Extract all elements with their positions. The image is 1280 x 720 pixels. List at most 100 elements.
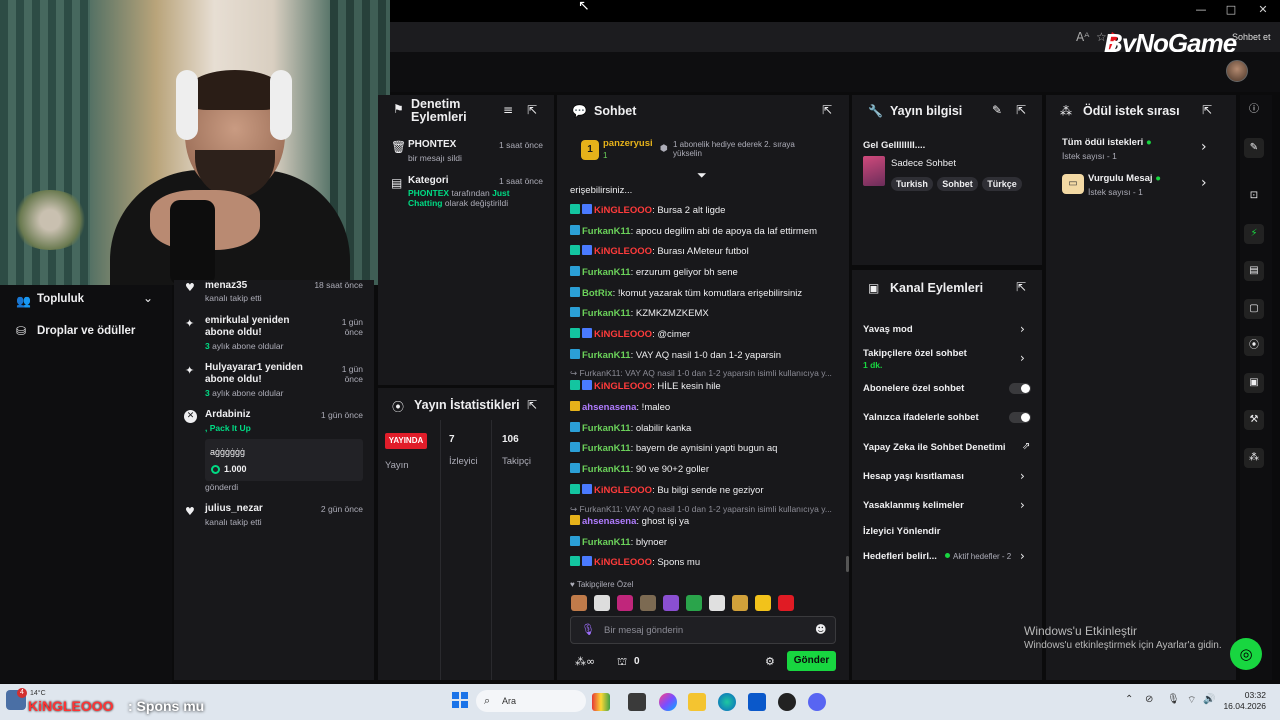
chat-bubble-icon[interactable]: ▢: [1244, 299, 1264, 319]
mod-actor[interactable]: PHONTEX: [408, 139, 456, 151]
activity-user[interactable]: emirkulal yeniden abone oldu!: [205, 315, 320, 339]
chat-message[interactable]: FurkanK11: KZMKZMZKEMX: [570, 307, 832, 320]
emote-only-toggle[interactable]: [1009, 412, 1031, 423]
widgets-icon[interactable]: [592, 693, 610, 711]
chat-username[interactable]: KiNGLEOOO: [594, 246, 652, 257]
activity-user[interactable]: julius_nezar: [205, 503, 263, 515]
chat-message[interactable]: FurkanK11: olabilir kanka: [570, 422, 832, 435]
slow-mode-row[interactable]: Yavaş mod: [863, 324, 913, 335]
wrench-icon[interactable]: ⚒: [1244, 410, 1264, 430]
chat-scrollbar[interactable]: [846, 556, 849, 572]
chat-username[interactable]: FurkanK11: [582, 350, 631, 361]
emote-3[interactable]: [617, 595, 633, 611]
volume-icon[interactable]: 🔊: [1203, 694, 1215, 705]
emote-1[interactable]: [571, 595, 587, 611]
mic-icon[interactable]: 🎙: [581, 623, 595, 636]
chat-username[interactable]: KiNGLEOOO: [594, 485, 652, 496]
sidebar-item-community-label[interactable]: Topluluk: [37, 293, 84, 305]
chat-username[interactable]: FurkanK11: [582, 308, 631, 319]
goals-row[interactable]: Hedefleri belirl...: [863, 551, 937, 562]
chat-message[interactable]: ahsenasena: !maleo: [570, 401, 832, 414]
emoji-icon[interactable]: ☻: [815, 623, 826, 636]
emote-6[interactable]: [686, 595, 702, 611]
popout-icon[interactable]: ⇱: [1016, 103, 1026, 117]
ai-moderation-row[interactable]: Yapay Zeka ile Sohbet Denetimi: [863, 442, 1006, 453]
support-chat-button[interactable]: ◎: [1230, 638, 1262, 670]
chat-message[interactable]: FurkanK11: 90 ve 90+2 goller: [570, 463, 832, 476]
chat-message[interactable]: FurkanK11: bayern de aynisini yapti bugu…: [570, 442, 832, 455]
chat-username[interactable]: KiNGLEOOO: [594, 329, 652, 340]
sub-only-toggle[interactable]: [1009, 383, 1031, 394]
reward-title[interactable]: Vurgulu Mesaj ●: [1088, 173, 1161, 185]
emote-10[interactable]: [778, 595, 794, 611]
edit-pencil-icon[interactable]: ✎: [1244, 138, 1264, 158]
tray-app-icon[interactable]: ⊘: [1145, 694, 1153, 705]
edit-pencil-icon[interactable]: ✎: [992, 103, 1002, 117]
chat-username[interactable]: BotRix: [582, 288, 613, 299]
chat-username[interactable]: FurkanK11: [582, 537, 631, 548]
popout-icon[interactable]: ⇱: [1016, 280, 1026, 294]
category-thumbnail[interactable]: [863, 156, 885, 186]
chat-message[interactable]: FurkanK11: blynoer: [570, 536, 832, 549]
minimize-button[interactable]: —: [1186, 3, 1216, 19]
chat-message[interactable]: FurkanK11: erzurum geliyor bh sene: [570, 266, 832, 279]
scan-icon[interactable]: ⊡: [1244, 186, 1264, 206]
clock[interactable]: 03:32 16.04.2026: [1222, 690, 1266, 712]
reward-title[interactable]: Tüm ödül istekleri ●: [1062, 137, 1152, 149]
popout-icon[interactable]: ⇱: [527, 398, 537, 412]
chat-username[interactable]: KiNGLEOOO: [594, 557, 652, 568]
maximize-button[interactable]: □: [1216, 3, 1246, 19]
file-explorer-icon[interactable]: [688, 693, 706, 711]
lightning-icon[interactable]: ⚡: [1244, 224, 1264, 244]
chat-username[interactable]: ahsenasena: [582, 516, 636, 527]
chat-message[interactable]: FurkanK11: apocu degilim abi de apoya da…: [570, 225, 832, 238]
chat-username[interactable]: KiNGLEOOO: [594, 381, 652, 392]
emote-5[interactable]: [663, 595, 679, 611]
read-aloud-icon[interactable]: Aᴬ: [1076, 30, 1089, 44]
pinned-user[interactable]: panzeryusi: [603, 138, 653, 149]
emote-9[interactable]: [755, 595, 771, 611]
copilot-icon[interactable]: [659, 693, 677, 711]
banned-words-row[interactable]: Yasaklanmış kelimeler: [863, 500, 964, 511]
search-box[interactable]: ⌕ Ara: [476, 690, 586, 712]
discord-icon[interactable]: [808, 693, 826, 711]
infinity-icon[interactable]: ⁂∞: [575, 655, 595, 668]
actions-icon[interactable]: ▣: [1244, 373, 1264, 393]
obs-icon[interactable]: [778, 693, 796, 711]
chat-username[interactable]: FurkanK11: [582, 267, 631, 278]
activity-user[interactable]: Hulyayarar1 yeniden abone oldu!: [205, 362, 330, 386]
chevron-right-icon[interactable]: ›: [1020, 549, 1025, 563]
chevron-right-icon[interactable]: ›: [1020, 498, 1025, 512]
chat-message[interactable]: KiNGLEOOO: HİLE kesin hile: [570, 380, 832, 393]
user-avatar[interactable]: [1226, 60, 1248, 82]
document-icon[interactable]: ▤: [1244, 261, 1264, 281]
chat-message[interactable]: erişebilirsiniz...: [570, 184, 832, 197]
store-app-icon[interactable]: [748, 693, 766, 711]
activity-user[interactable]: menaz35: [205, 280, 247, 292]
chat-username[interactable]: ahsenasena: [582, 402, 636, 413]
popout-icon[interactable]: ⇱: [822, 103, 832, 117]
tag[interactable]: Türkçe: [982, 177, 1022, 191]
reward-icon[interactable]: ⁂: [1244, 448, 1264, 468]
emote-8[interactable]: [732, 595, 748, 611]
network-icon[interactable]: ⌔: [1187, 694, 1196, 707]
info-icon[interactable]: ⓘ: [1244, 100, 1264, 120]
chat-input[interactable]: 🎙 Bir mesaj gönderin ☻: [570, 616, 836, 644]
emote-4[interactable]: [640, 595, 656, 611]
chat-username[interactable]: KiNGLEOOO: [594, 205, 652, 216]
send-button[interactable]: Gönder: [787, 651, 836, 671]
collapse-icon[interactable]: ⏷: [697, 168, 707, 183]
chat-message[interactable]: ahsenasena: ghost işi ya: [570, 515, 832, 528]
tag[interactable]: Sohbet: [937, 177, 978, 191]
filter-icon[interactable]: ≡: [503, 103, 513, 117]
chat-username[interactable]: FurkanK11: [582, 464, 631, 475]
sidebar-item-community[interactable]: 👥: [16, 292, 31, 310]
close-button[interactable]: ✕: [1248, 3, 1278, 19]
store-icon[interactable]: ⛫: [617, 655, 627, 670]
chevron-right-icon[interactable]: ›: [1020, 469, 1025, 483]
broadcast-icon[interactable]: ⦿: [1244, 336, 1264, 356]
chat-username[interactable]: FurkanK11: [582, 226, 631, 237]
sidebar-item-drops-label[interactable]: Droplar ve ödüller: [37, 325, 135, 337]
chat-message[interactable]: KiNGLEOOO: Bursa 2 alt ligde: [570, 204, 832, 217]
microphone-icon[interactable]: 🎙: [1167, 694, 1180, 705]
